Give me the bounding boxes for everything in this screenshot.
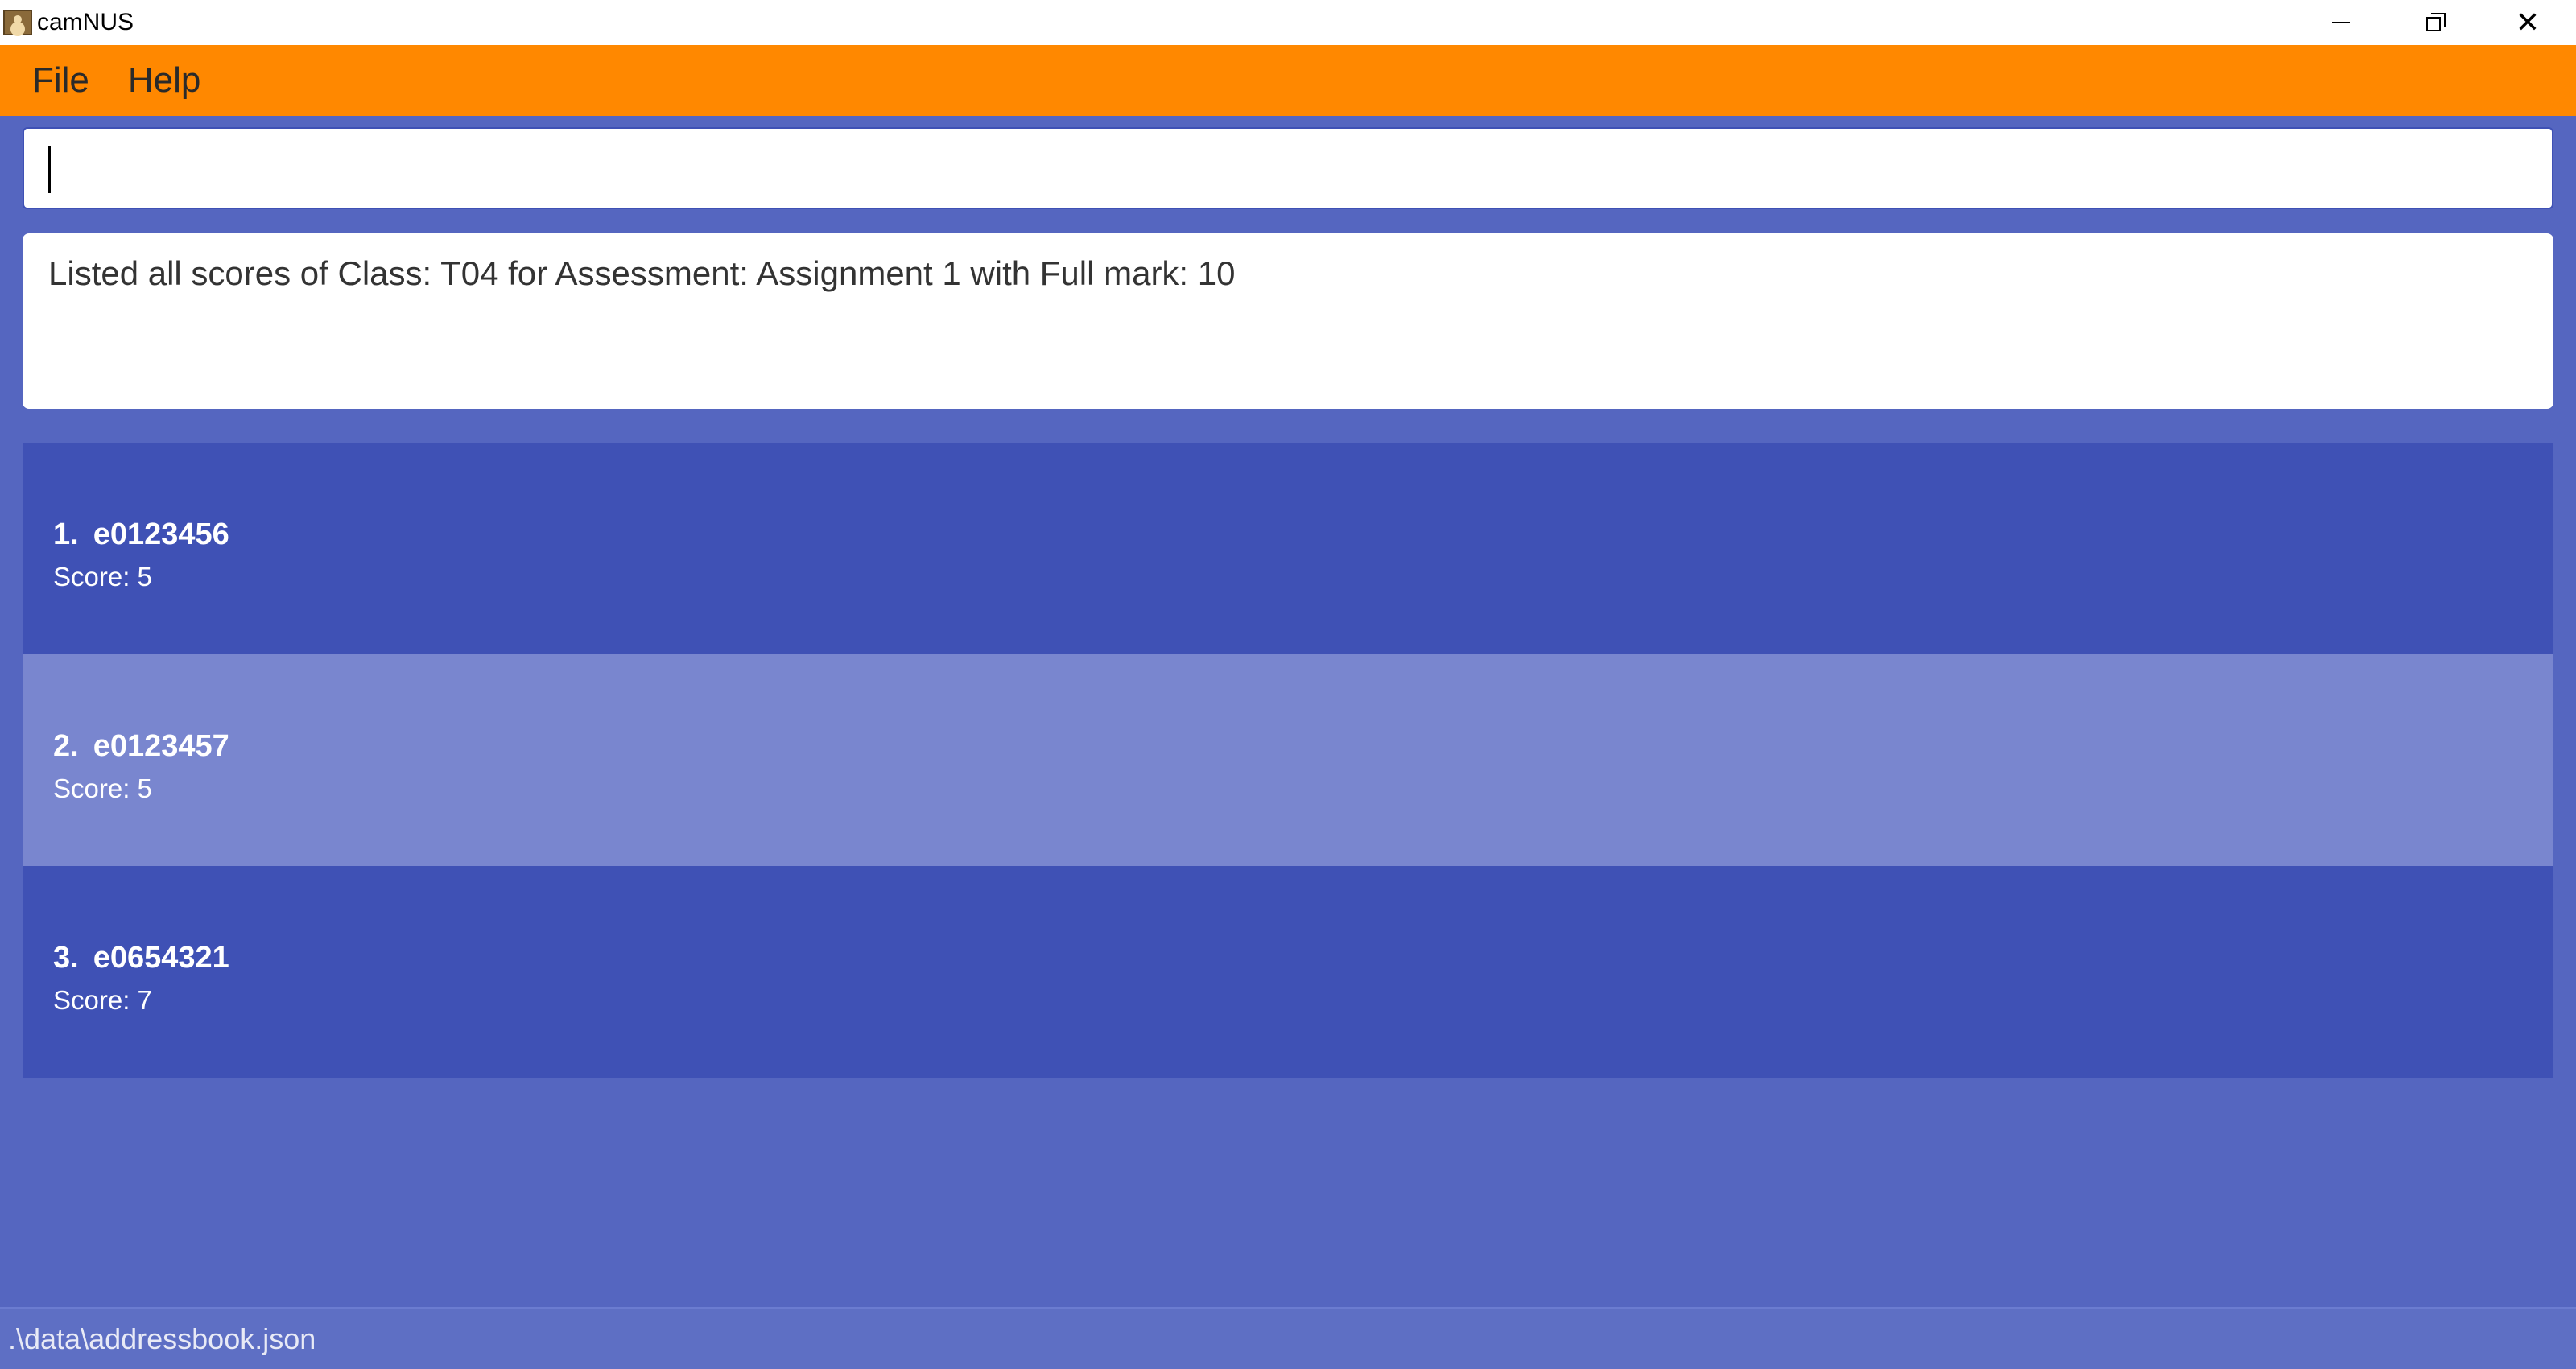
menu-file[interactable]: File [32, 56, 89, 105]
item-header: 1. e0123456 [53, 515, 2553, 554]
close-icon[interactable]: ✕ [2481, 0, 2574, 45]
item-score: Score: 5 [53, 562, 152, 592]
item-score: Score: 5 [53, 773, 152, 803]
result-display: Listed all scores of Class: T04 for Asse… [23, 233, 2553, 409]
status-bar: .\data\addressbook.json [0, 1307, 2576, 1369]
list-item[interactable]: 3. e0654321 Score: 7 [23, 866, 2553, 1078]
list-item-selected[interactable]: 2. e0123457 Score: 5 [23, 654, 2553, 866]
student-id: e0123457 [93, 729, 229, 763]
student-id: e0123456 [93, 517, 229, 551]
item-score: Score: 7 [53, 985, 152, 1015]
score-list: 1. e0123456 Score: 5 2. e0123457 Score: 5 … [23, 443, 2553, 1078]
result-message: Listed all scores of Class: T04 for Asse… [48, 254, 1236, 292]
app-icon [3, 10, 32, 35]
menu-help[interactable]: Help [128, 56, 201, 105]
title-bar: camNUS ✕ [0, 0, 2576, 45]
item-header: 2. e0123457 [53, 727, 2553, 765]
item-index: 1. [53, 517, 79, 551]
command-input[interactable] [24, 129, 2552, 208]
list-item[interactable]: 1. e0123456 Score: 5 [23, 443, 2553, 654]
command-box [23, 127, 2553, 209]
item-index: 3. [53, 941, 79, 975]
text-caret [48, 146, 51, 193]
minimize-icon[interactable] [2294, 0, 2388, 45]
save-location: .\data\addressbook.json [8, 1322, 316, 1355]
window-title: camNUS [37, 9, 134, 35]
item-index: 2. [53, 729, 79, 763]
item-header: 3. e0654321 [53, 938, 2553, 977]
menu-bar: File Help [0, 45, 2576, 116]
restore-icon[interactable] [2388, 0, 2481, 45]
student-id: e0654321 [93, 941, 229, 975]
